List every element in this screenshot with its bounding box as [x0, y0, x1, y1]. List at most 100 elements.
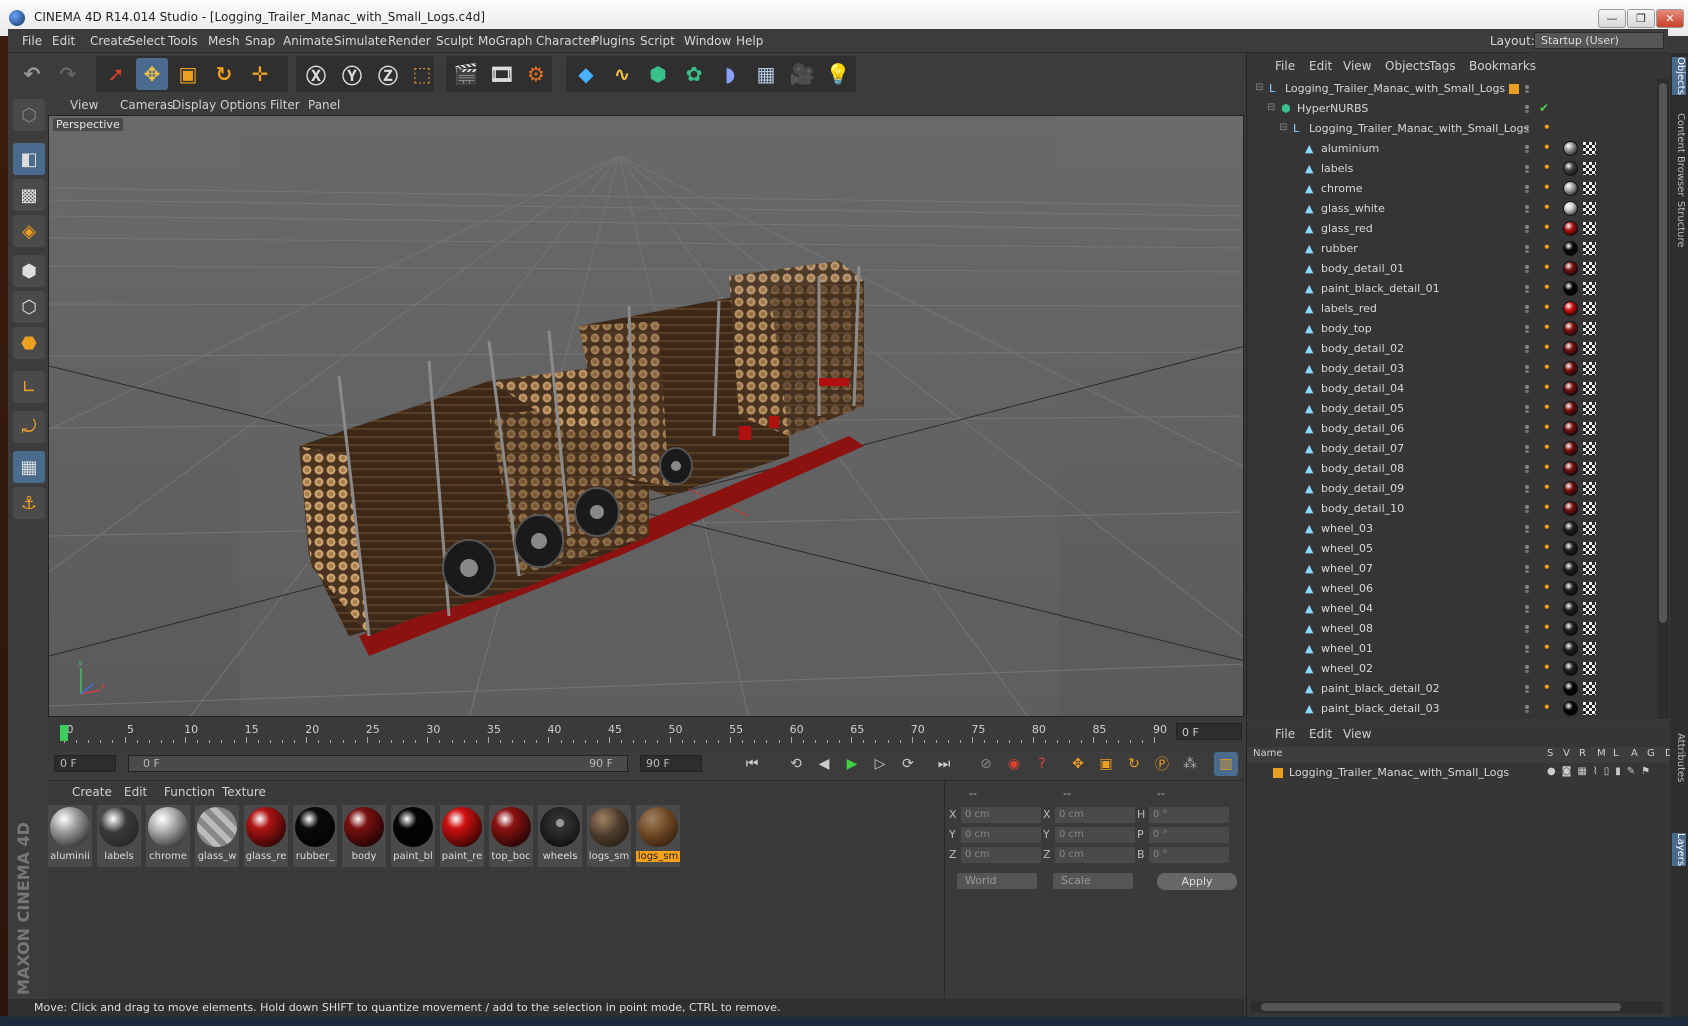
- timeline-window-icon[interactable]: ▥: [1214, 752, 1238, 776]
- z-axis-icon[interactable]: Ⓩ: [372, 58, 404, 90]
- object-row[interactable]: ▲ body_detail_10 ⚫: [1247, 499, 1657, 519]
- material-tag-icon[interactable]: [1563, 581, 1578, 596]
- material-swatch[interactable]: aluminii: [48, 805, 92, 867]
- polygons-mode-icon[interactable]: ⬣: [13, 327, 45, 359]
- layer-menu-file[interactable]: File: [1275, 727, 1295, 741]
- lock-workplane-icon[interactable]: ⚓: [13, 487, 45, 519]
- key-rotation-icon[interactable]: ↻: [1122, 752, 1146, 776]
- uvw-tag-icon[interactable]: [1583, 182, 1596, 195]
- object-row[interactable]: ▲ body_detail_08 ⚫: [1247, 459, 1657, 479]
- current-frame-field[interactable]: 0 F: [1176, 723, 1242, 740]
- menu-mesh[interactable]: Mesh: [208, 34, 240, 48]
- viewport-menu-options[interactable]: Options: [220, 98, 266, 112]
- layer-column-name[interactable]: Name: [1253, 748, 1283, 759]
- material-tag-icon[interactable]: [1563, 461, 1578, 476]
- material-tag-icon[interactable]: [1563, 281, 1578, 296]
- side-tab-layers[interactable]: Layers: [1672, 833, 1686, 867]
- next-frame-icon[interactable]: ▷: [868, 752, 892, 776]
- uvw-tag-icon[interactable]: [1583, 482, 1596, 495]
- timeline-ruler[interactable]: 0 5 10 15 20 25 30 35 40 45 50 55 60 65 70 75 80 85 90: [58, 723, 1168, 743]
- coordinate-system-icon[interactable]: ⬚: [406, 58, 438, 90]
- object-row[interactable]: ▲ wheel_03 ⚫: [1247, 519, 1657, 539]
- visibility-dots[interactable]: [1525, 485, 1529, 493]
- object-row[interactable]: ▲ body_detail_09 ⚫: [1247, 479, 1657, 499]
- menu-help[interactable]: Help: [736, 34, 763, 48]
- visibility-dots[interactable]: [1525, 565, 1529, 573]
- visibility-dots[interactable]: [1525, 265, 1529, 273]
- perspective-viewport[interactable]: y x Perspective: [48, 115, 1244, 717]
- light-icon[interactable]: 💡: [822, 58, 854, 90]
- object-row[interactable]: ▲ chrome ⚫: [1247, 179, 1657, 199]
- material-tag-icon[interactable]: [1563, 321, 1578, 336]
- material-tag-icon[interactable]: [1563, 481, 1578, 496]
- object-row[interactable]: ⊟ L Logging_Trailer_Manac_with_Small_Logs ⚫: [1247, 119, 1657, 139]
- visibility-dots[interactable]: [1525, 465, 1529, 473]
- menu-snap[interactable]: Snap: [245, 34, 275, 48]
- redo-icon[interactable]: ↷: [52, 58, 84, 90]
- prev-key-icon[interactable]: ⟲: [784, 752, 808, 776]
- uvw-tag-icon[interactable]: [1583, 422, 1596, 435]
- visibility-dots[interactable]: [1525, 445, 1529, 453]
- material-tag-icon[interactable]: [1563, 381, 1578, 396]
- material-swatch[interactable]: paint_bl: [391, 805, 435, 867]
- material-menu-function[interactable]: Function: [164, 785, 215, 799]
- object-row[interactable]: ▲ wheel_05 ⚫: [1247, 539, 1657, 559]
- object-row[interactable]: ▲ paint_black_detail_01 ⚫: [1247, 279, 1657, 299]
- material-tag-icon[interactable]: [1563, 521, 1578, 536]
- material-tag-icon[interactable]: [1563, 621, 1578, 636]
- coord-field[interactable]: 0 cm: [961, 827, 1041, 843]
- model-mode-icon[interactable]: ◧: [13, 143, 45, 175]
- material-swatch[interactable]: rubber_: [293, 805, 337, 867]
- object-menu-view[interactable]: View: [1343, 59, 1371, 73]
- coord-field[interactable]: 0 cm: [961, 847, 1041, 863]
- uvw-tag-icon[interactable]: [1583, 582, 1596, 595]
- material-swatch[interactable]: logs_sm: [587, 805, 631, 867]
- visibility-dots[interactable]: [1525, 285, 1529, 293]
- visibility-dots[interactable]: [1525, 185, 1529, 193]
- minimize-button[interactable]: —: [1598, 9, 1626, 28]
- object-row[interactable]: ▲ labels ⚫: [1247, 159, 1657, 179]
- viewport-menu-cameras[interactable]: Cameras: [120, 98, 173, 112]
- object-scrollbar[interactable]: [1657, 79, 1669, 719]
- key-parameter-icon[interactable]: Ⓟ: [1150, 752, 1174, 776]
- coord-system-select[interactable]: World: [957, 873, 1037, 889]
- object-row[interactable]: ▲ wheel_02 ⚫: [1247, 659, 1657, 679]
- uvw-tag-icon[interactable]: [1583, 522, 1596, 535]
- object-row[interactable]: ▲ body_detail_02 ⚫: [1247, 339, 1657, 359]
- menu-script[interactable]: Script: [640, 34, 675, 48]
- layer-column-v[interactable]: V: [1563, 748, 1570, 759]
- prev-frame-icon[interactable]: ◀: [812, 752, 836, 776]
- expand-toggle-icon[interactable]: ⊟: [1255, 82, 1263, 93]
- enabled-check-icon[interactable]: ✔: [1539, 101, 1549, 115]
- uvw-tag-icon[interactable]: [1583, 142, 1596, 155]
- scale-tool-icon[interactable]: ▣: [172, 58, 204, 90]
- visibility-dots[interactable]: [1525, 505, 1529, 513]
- material-tag-icon[interactable]: [1563, 301, 1578, 316]
- menu-sculpt[interactable]: Sculpt: [436, 34, 473, 48]
- side-tab-structure[interactable]: Structure: [1672, 201, 1686, 248]
- uvw-tag-icon[interactable]: [1583, 622, 1596, 635]
- uvw-tag-icon[interactable]: [1583, 202, 1596, 215]
- uvw-tag-icon[interactable]: [1583, 282, 1596, 295]
- playhead[interactable]: [60, 725, 68, 741]
- menu-simulate[interactable]: Simulate: [334, 34, 387, 48]
- next-key-icon[interactable]: ⟳: [896, 752, 920, 776]
- tweak-mode-icon[interactable]: ⤾: [13, 411, 45, 443]
- object-row[interactable]: ⊟ ⬢ HyperNURBS ✔: [1247, 99, 1657, 119]
- material-tag-icon[interactable]: [1563, 241, 1578, 256]
- material-tag-icon[interactable]: [1563, 501, 1578, 516]
- material-swatch[interactable]: body: [342, 805, 386, 867]
- uvw-tag-icon[interactable]: [1583, 442, 1596, 455]
- play-icon[interactable]: ▶: [840, 752, 864, 776]
- render-picture-viewer-icon[interactable]: 🎞: [486, 58, 518, 90]
- expand-toggle-icon[interactable]: ⊟: [1279, 122, 1287, 133]
- layer-menu-view[interactable]: View: [1343, 727, 1371, 741]
- spline-icon[interactable]: ∿: [606, 58, 638, 90]
- camera-icon[interactable]: 🎥: [786, 58, 818, 90]
- visibility-dots[interactable]: [1525, 85, 1529, 93]
- object-row[interactable]: ▲ body_detail_06 ⚫: [1247, 419, 1657, 439]
- coord-field[interactable]: 0 cm: [1055, 807, 1135, 823]
- menu-animate[interactable]: Animate: [283, 34, 333, 48]
- layer-column-m[interactable]: M: [1597, 748, 1606, 759]
- visibility-dots[interactable]: [1525, 245, 1529, 253]
